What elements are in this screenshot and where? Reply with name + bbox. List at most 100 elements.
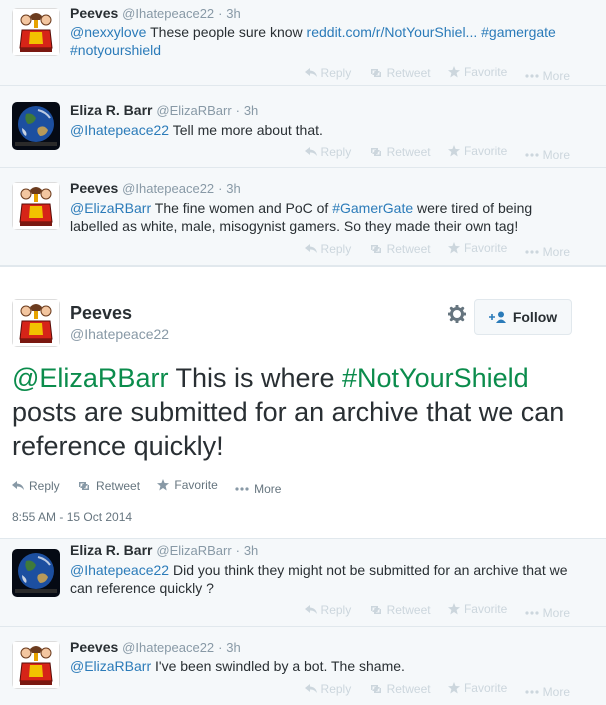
retweet-icon xyxy=(369,605,383,615)
tweet-timestamp[interactable]: 8:55 AM - 15 Oct 2014 xyxy=(12,510,132,524)
retweet-button[interactable]: Retweet xyxy=(369,66,431,80)
tweet-actions: Reply Retweet Favorite More xyxy=(12,478,295,496)
more-icon xyxy=(235,487,249,491)
peeves-avatar[interactable] xyxy=(12,641,60,689)
retweet-button[interactable]: Retweet xyxy=(369,682,431,696)
tweet-time[interactable]: 3h xyxy=(226,6,240,21)
hashtag-link[interactable]: #notyourshield xyxy=(70,42,161,58)
text-segment: posts are submitted for an archive that … xyxy=(12,397,565,461)
reply-icon xyxy=(305,147,317,157)
favorite-button[interactable]: Favorite xyxy=(448,602,507,616)
reply-button[interactable]: Reply xyxy=(305,682,352,696)
add-user-icon xyxy=(488,311,506,323)
more-button[interactable]: More xyxy=(525,148,570,162)
author-name[interactable]: Eliza R. Barr xyxy=(70,102,152,118)
mention-link[interactable]: @ElizaRBarr xyxy=(70,658,151,674)
author-handle[interactable]: @Ihatepeace22 xyxy=(70,326,169,342)
focused-tweet[interactable]: Peeves @Ihatepeace22 Follow @ElizaRBarr … xyxy=(0,266,606,539)
more-button[interactable]: More xyxy=(235,482,281,496)
reply-icon xyxy=(305,605,317,615)
text-segment: The fine women and PoC of xyxy=(151,200,333,216)
author-name[interactable]: Peeves xyxy=(70,180,118,196)
reply-tweet[interactable]: Eliza R. Barr @ElizaRBarr · 3h @Ihatepea… xyxy=(0,539,606,627)
mention-link[interactable]: @Ihatepeace22 xyxy=(70,122,169,138)
text-segment: I've been swindled by a bot. The shame. xyxy=(151,658,405,674)
reply-label: Reply xyxy=(29,479,60,493)
author-handle[interactable]: @ElizaRBarr xyxy=(156,543,231,558)
tweet[interactable]: Eliza R. Barr @ElizaRBarr · 3h @Ihatepea… xyxy=(0,86,606,168)
tweet-actions: Reply Retweet Favorite More xyxy=(291,681,570,699)
favorite-button[interactable]: Favorite xyxy=(157,478,218,492)
retweet-label: Retweet xyxy=(386,145,431,159)
reply-button[interactable]: Reply xyxy=(305,66,351,80)
more-button[interactable]: More xyxy=(525,245,570,259)
more-button[interactable]: More xyxy=(525,606,570,620)
tweet-text: @Ihatepeace22 Did you think they might n… xyxy=(70,561,575,597)
hashtag-link[interactable]: #NotYourShield xyxy=(342,363,529,393)
earth-avatar[interactable] xyxy=(12,102,60,150)
hashtag-link[interactable]: #gamergate xyxy=(481,24,556,40)
retweet-button[interactable]: Retweet xyxy=(77,479,140,493)
mention-link[interactable]: @ElizaRBarr xyxy=(70,200,151,216)
peeves-avatar[interactable] xyxy=(12,8,60,56)
retweet-icon xyxy=(369,68,383,78)
retweet-button[interactable]: Retweet xyxy=(369,145,431,159)
star-icon xyxy=(157,479,169,491)
more-button[interactable]: More xyxy=(525,685,570,699)
focused-tweet-text: @ElizaRBarr This is where #NotYourShield… xyxy=(12,361,582,463)
retweet-button[interactable]: Retweet xyxy=(369,603,431,617)
reply-button[interactable]: Reply xyxy=(305,242,351,256)
text-segment: This is where xyxy=(168,363,342,393)
author-name[interactable]: Peeves xyxy=(70,639,118,655)
tweet-time[interactable]: 3h xyxy=(244,543,258,558)
gear-icon[interactable] xyxy=(448,305,466,323)
peeves-avatar[interactable] xyxy=(12,299,60,347)
reply-button[interactable]: Reply xyxy=(305,603,351,617)
retweet-icon xyxy=(77,481,91,491)
tweet[interactable]: Peeves @Ihatepeace22 · 3h @ElizaRBarr Th… xyxy=(0,168,606,266)
author-handle[interactable]: @Ihatepeace22 xyxy=(122,640,214,655)
favorite-button[interactable]: Favorite xyxy=(448,241,507,255)
separator: · xyxy=(235,543,240,558)
retweet-icon xyxy=(369,684,383,694)
more-icon xyxy=(525,153,539,157)
more-icon xyxy=(525,690,539,694)
favorite-button[interactable]: Favorite xyxy=(448,65,507,79)
mention-link[interactable]: @Ihatepeace22 xyxy=(70,562,169,578)
favorite-button[interactable]: Favorite xyxy=(448,144,507,158)
favorite-label: Favorite xyxy=(463,144,508,158)
reply-tweet[interactable]: Peeves @Ihatepeace22 · 3h @ElizaRBarr I'… xyxy=(0,627,606,705)
more-label: More xyxy=(542,245,570,259)
favorite-button[interactable]: Favorite xyxy=(448,681,507,695)
author-name[interactable]: Eliza R. Barr xyxy=(70,542,152,558)
retweet-label: Retweet xyxy=(386,66,431,80)
tweet-time[interactable]: 3h xyxy=(244,103,258,118)
author-handle[interactable]: @ElizaRBarr xyxy=(156,103,231,118)
earth-avatar[interactable] xyxy=(12,549,60,597)
mention-link[interactable]: @nexxylove xyxy=(70,24,146,40)
tweet-actions: Reply Retweet Favorite More xyxy=(291,65,570,83)
retweet-icon xyxy=(369,244,383,254)
tweet-time[interactable]: 3h xyxy=(226,640,240,655)
follow-button[interactable]: Follow xyxy=(474,299,572,335)
more-label: More xyxy=(542,606,570,620)
retweet-button[interactable]: Retweet xyxy=(369,242,431,256)
hashtag-link[interactable]: #GamerGate xyxy=(332,200,413,216)
author-handle[interactable]: @Ihatepeace22 xyxy=(122,6,214,21)
tweet-time[interactable]: 3h xyxy=(226,181,240,196)
reply-button[interactable]: Reply xyxy=(305,145,352,159)
peeves-avatar[interactable] xyxy=(12,182,60,230)
url-link[interactable]: reddit.com/r/NotYourShiel... xyxy=(307,24,478,40)
separator: · xyxy=(218,181,223,196)
author-handle[interactable]: @Ihatepeace22 xyxy=(122,181,214,196)
mention-link[interactable]: @ElizaRBarr xyxy=(12,363,168,393)
author-name[interactable]: Peeves xyxy=(70,5,118,21)
reply-label: Reply xyxy=(320,682,352,696)
reply-label: Reply xyxy=(320,145,352,159)
more-button[interactable]: More xyxy=(525,69,570,83)
favorite-label: Favorite xyxy=(174,478,218,492)
author-name[interactable]: Peeves xyxy=(70,303,169,324)
tweet[interactable]: Peeves @Ihatepeace22 · 3h @nexxylove The… xyxy=(0,0,606,86)
reply-button[interactable]: Reply xyxy=(12,479,60,493)
text-segment: Tell me more about that. xyxy=(169,122,323,138)
